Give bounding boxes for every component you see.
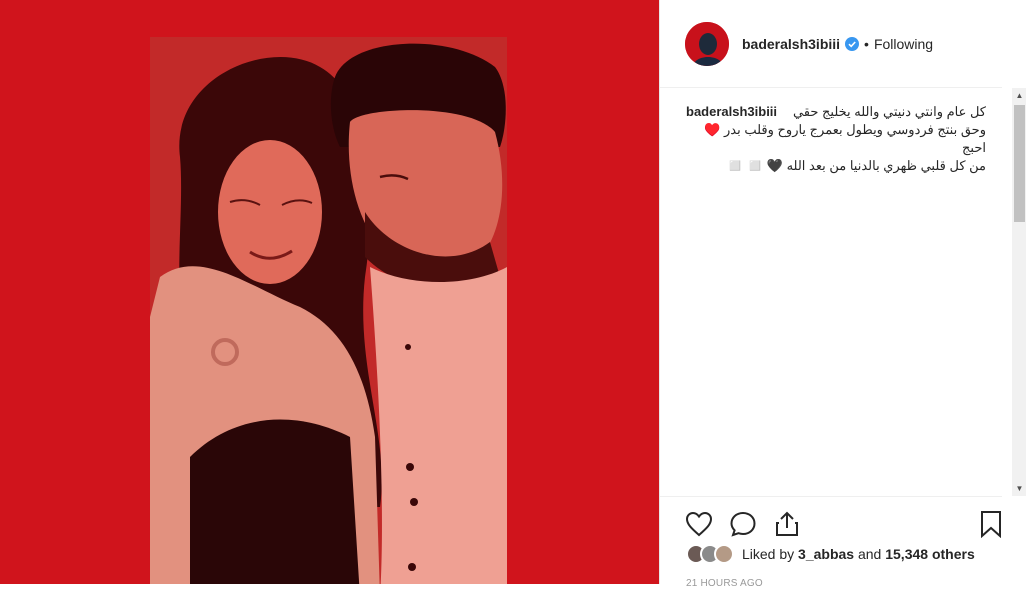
post-photo: [150, 37, 507, 584]
bookmark-icon: [981, 511, 1001, 538]
likes-summary: Liked by 3_abbas and 15,348 others: [686, 544, 975, 564]
post-caption: baderalsh3ibiii كل عام وانتي دنيتي والله…: [686, 103, 986, 175]
caption-text-2: وحق بنتج فردوسي ويطول بعمرج ياروح وقلب ب…: [704, 122, 986, 155]
share-icon: [776, 511, 798, 536]
following-button[interactable]: Following: [874, 36, 933, 52]
caption-text-1: كل عام وانتي دنيتي والله يخليج حقي: [792, 104, 986, 119]
post-header: baderalsh3ibiii • Following: [660, 0, 1002, 88]
caption-username[interactable]: baderalsh3ibiii: [686, 103, 777, 121]
scroll-up-icon[interactable]: ▲: [1012, 88, 1026, 103]
comment-icon: [730, 511, 756, 537]
post-media[interactable]: [0, 0, 659, 584]
couple-photo-illustration: [150, 37, 507, 584]
user-avatar[interactable]: [685, 21, 729, 66]
liker-avatar[interactable]: [714, 544, 734, 564]
post-username[interactable]: baderalsh3ibiii: [742, 36, 840, 52]
liked-by-prefix: Liked by: [742, 546, 795, 562]
liked-by-user[interactable]: 3_abbas: [798, 546, 854, 562]
comment-button[interactable]: [728, 509, 758, 539]
liked-by-and: and: [857, 546, 882, 562]
scrollbar-thumb[interactable]: [1014, 105, 1025, 222]
verified-badge-icon: [845, 36, 860, 51]
heart-icon: [685, 511, 713, 537]
save-button[interactable]: [976, 509, 1006, 539]
post-details-panel: baderalsh3ibiii • Following baderalsh3ib…: [659, 0, 1026, 589]
comments-scrollbar[interactable]: ▲ ▼: [1012, 88, 1026, 496]
like-button[interactable]: [684, 509, 714, 539]
liked-by-count[interactable]: 15,348 others: [885, 546, 975, 562]
likes-text: Liked by 3_abbas and 15,348 others: [742, 546, 975, 562]
separator-dot: •: [864, 35, 869, 52]
scroll-down-icon[interactable]: ▼: [1012, 481, 1026, 496]
caption-line-1: baderalsh3ibiii كل عام وانتي دنيتي والله…: [686, 103, 986, 121]
avatar-image: [685, 21, 729, 66]
liker-avatars: [686, 544, 734, 564]
comments-area: baderalsh3ibiii كل عام وانتي دنيتي والله…: [660, 88, 1014, 496]
share-button[interactable]: [772, 509, 802, 539]
caption-text-3: من كل قلبي ظهري بالدنيا من بعد الله 🖤 ◻️…: [727, 158, 986, 173]
